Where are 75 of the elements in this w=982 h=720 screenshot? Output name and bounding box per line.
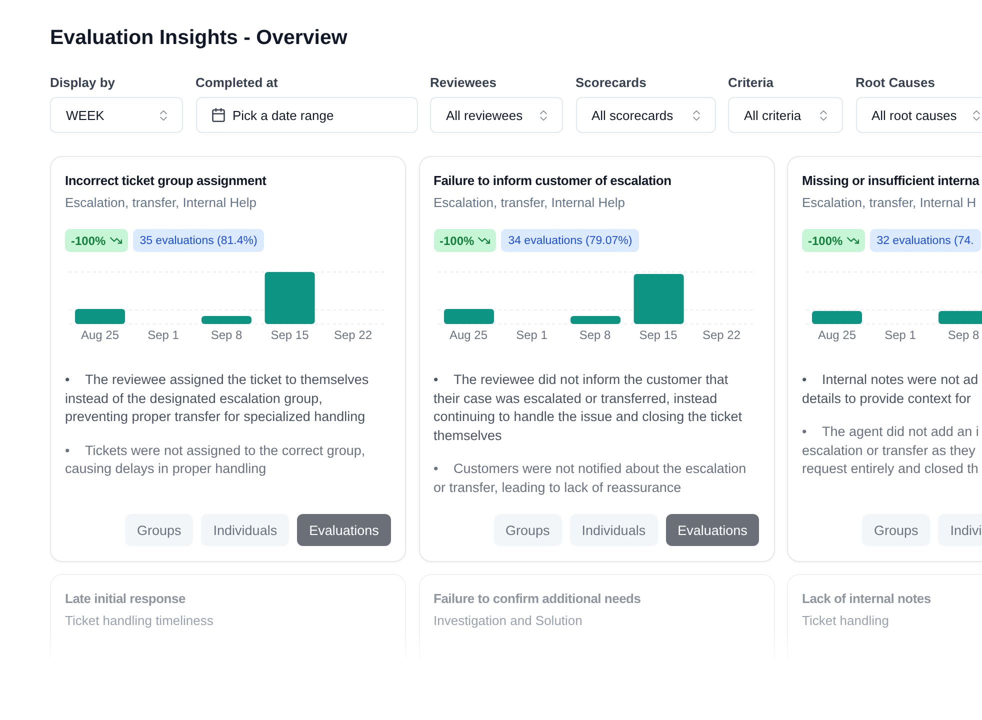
filter-label: Reviewees [430, 75, 496, 91]
view-button[interactable]: Evaluations [666, 514, 760, 546]
calendar-icon [212, 108, 224, 122]
chevron-up-down-icon [820, 110, 827, 120]
axis-label: Sep 22 [334, 327, 372, 343]
card-subtitle: Ticket handling [802, 612, 890, 630]
axis-label: Sep 8 [210, 327, 242, 343]
filter-label: Scorecards [576, 75, 646, 91]
chart-bar [75, 309, 125, 324]
insight-text: • Tickets were not assigned to the correct group, causing delays in proper handling [65, 442, 366, 478]
select-dropdown[interactable]: All root causes [856, 97, 982, 133]
view-button[interactable]: Evaluations [297, 514, 391, 546]
chevron-up-down-icon [692, 110, 700, 120]
card-title: Lack of internal notes [802, 590, 932, 608]
card-title: Failure to confirm additional needs [434, 590, 642, 608]
card-title: Missing or insufficient interna [802, 172, 980, 190]
chevron-up-down-icon [972, 110, 980, 120]
change-percentage: -100% [440, 234, 474, 248]
insight-text: • The reviewee assigned the ticket to themselves instead of the designated escalation group, preventing proper transfer for specialized handling [65, 371, 370, 426]
page-title: Evaluation Insights - Overview [50, 26, 348, 50]
select-dropdown[interactable]: All scorecards [576, 97, 716, 133]
chart-bar [264, 272, 315, 324]
insight-text: • Customers were not notified about the escalation or transfer, leading to lack of reassurance [434, 460, 748, 497]
card-subtitle: Escalation, transfer, Internal Help [434, 194, 626, 212]
axis-label: Sep 15 [639, 327, 678, 343]
axis-label: Aug 25 [449, 327, 488, 343]
chevron-up-down-icon [160, 110, 167, 120]
axis-label: Sep 15 [270, 327, 309, 343]
insight-text: • The reviewee did not inform the customer that their case was escalated or transferred, instead continuing to handle the issue and closing the ticket themselves [434, 371, 743, 444]
card-subtitle: Escalation, transfer, Internal Help [65, 194, 258, 212]
filter-label: Display by [50, 75, 116, 91]
filter-label: Criteria [728, 75, 774, 91]
axis-label: Aug 25 [80, 327, 120, 343]
filter-label: Completed at [196, 75, 278, 91]
change-percentage: -100% [71, 234, 106, 248]
card-title: Late initial response [65, 590, 186, 608]
chart-bar [570, 316, 620, 324]
card-subtitle: Investigation and Solution [434, 612, 584, 630]
insight-text: • Internal notes were not ad details to provide context for [802, 371, 980, 408]
chart-bar [444, 309, 494, 324]
insight-text: • The agent did not add an i escalation or transfer as they request entirely and closed th [802, 423, 980, 478]
axis-label: Sep 1 [884, 327, 916, 343]
evaluations-count-badge: 35 evaluations (81.4%) [132, 229, 264, 252]
axis-label: Sep 1 [516, 327, 548, 343]
chart-bar [633, 274, 684, 324]
trend-down-icon [110, 237, 122, 244]
card-title: Incorrect ticket group assignment [65, 172, 268, 190]
card-title: Failure to inform customer of escalation [434, 172, 672, 190]
trend-down-icon [846, 237, 859, 244]
view-button[interactable]: Groups [494, 514, 562, 546]
evaluations-count-badge: 34 evaluations (79.07%) [501, 229, 640, 252]
view-button[interactable]: Individuals [201, 514, 290, 546]
select-dropdown[interactable]: All criteria [728, 97, 843, 133]
axis-label: Aug 25 [818, 327, 856, 343]
view-button[interactable]: Groups [125, 514, 194, 546]
date-range-picker[interactable]: Pick a date range [196, 97, 418, 133]
select-dropdown[interactable]: WEEK [50, 97, 183, 133]
select-dropdown[interactable]: All reviewees [430, 97, 563, 133]
filter-label: Root Causes [856, 75, 935, 91]
axis-label: Sep 1 [148, 327, 179, 343]
chart-bar [812, 311, 862, 324]
card-subtitle: Escalation, transfer, Internal H [802, 194, 978, 212]
chevron-up-down-icon [540, 110, 547, 120]
trend-down-icon [478, 237, 490, 244]
chart-bar [938, 311, 982, 324]
view-button[interactable]: Groups [862, 514, 930, 546]
evaluations-count-badge: 32 evaluations (74. [870, 229, 981, 252]
axis-label: Sep 22 [702, 327, 741, 343]
axis-label: Sep 8 [948, 327, 980, 343]
change-percentage: -100% [808, 234, 843, 248]
view-button[interactable]: Indivi [938, 514, 982, 546]
view-button[interactable]: Individuals [570, 514, 658, 546]
card-subtitle: Ticket handling timeliness [65, 612, 214, 630]
axis-label: Sep 8 [579, 327, 611, 343]
chart-bar [202, 316, 252, 324]
